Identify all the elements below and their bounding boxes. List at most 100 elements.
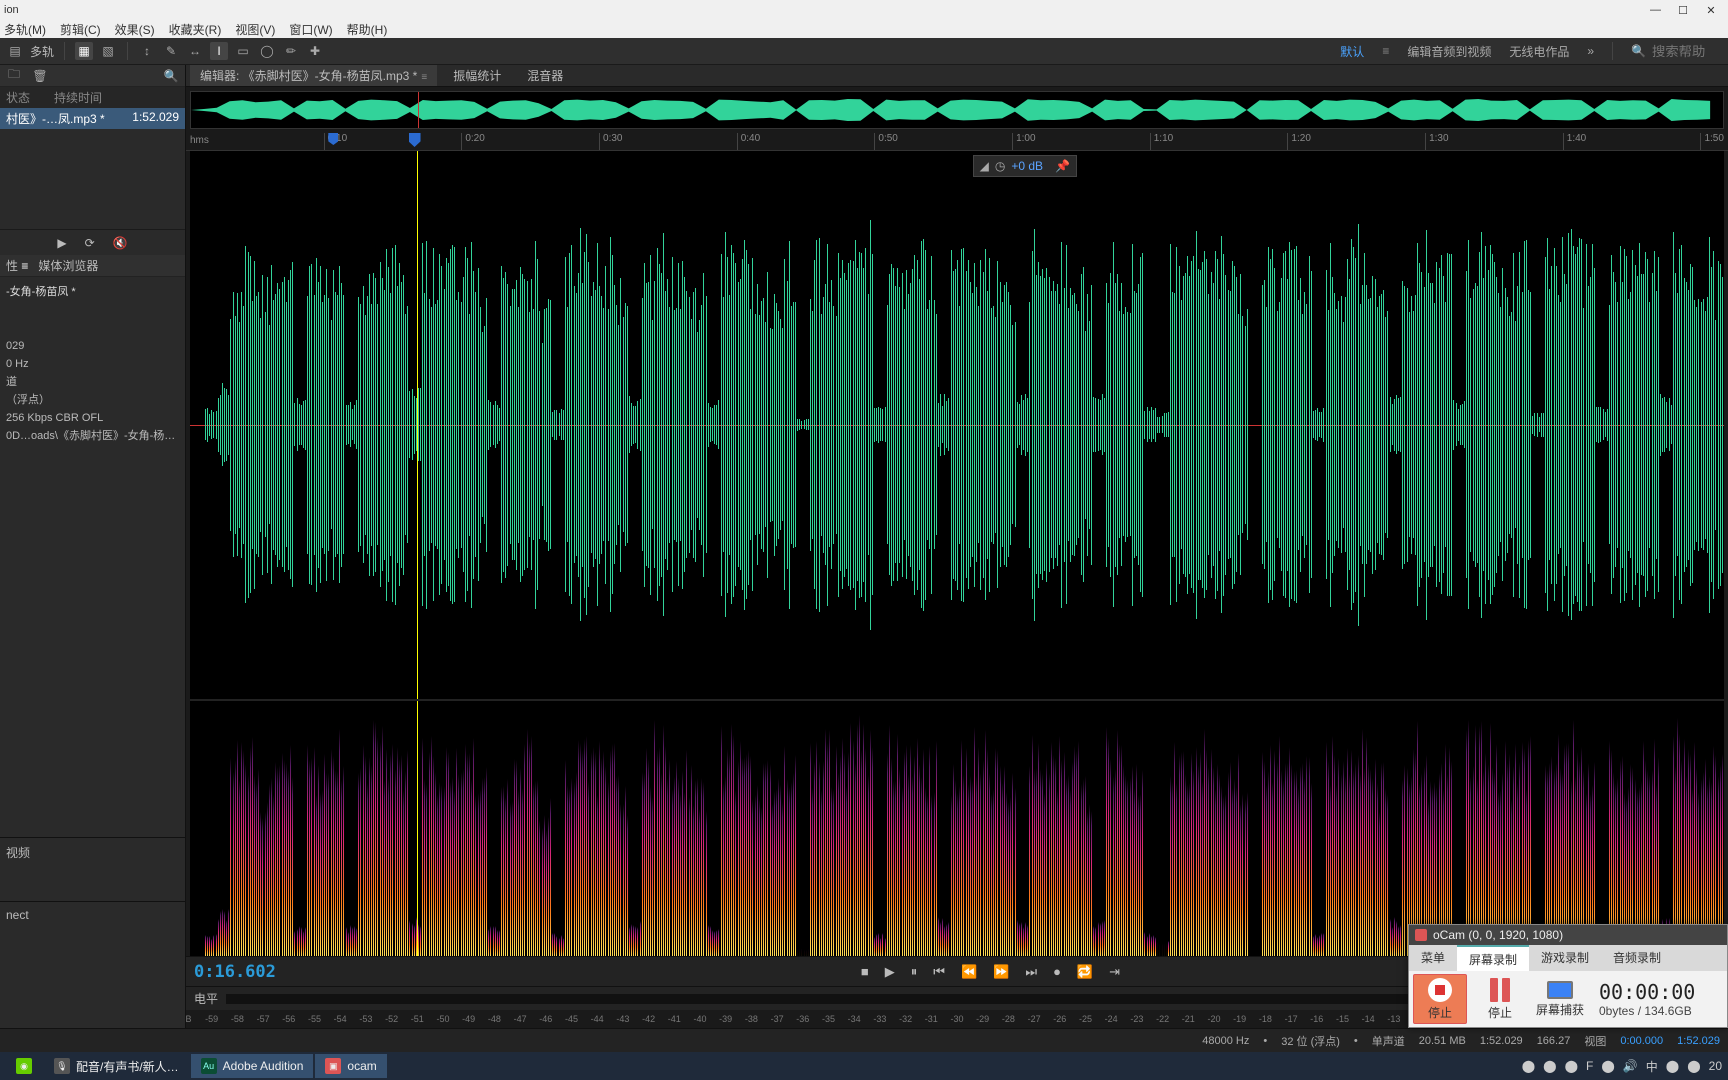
spectrogram[interactable]	[190, 699, 1724, 957]
pitch-display-icon[interactable]: ▧	[99, 42, 117, 60]
forward-button[interactable]: ⏩	[993, 964, 1009, 980]
stop-button[interactable]: ■	[861, 964, 869, 979]
tray-icon[interactable]: ⬤	[1565, 1059, 1578, 1073]
menu-effects[interactable]: 效果(S)	[115, 21, 155, 38]
waveform-view-icon[interactable]: ▤	[6, 42, 24, 60]
workspace-editvideo[interactable]: 编辑音频到视频	[1407, 43, 1491, 60]
overview-waveform[interactable]	[190, 91, 1724, 129]
tab-properties[interactable]: 性 ≡	[6, 257, 28, 274]
play-icon[interactable]: ▶	[57, 236, 66, 250]
taskbar-app1[interactable]: 🎙配音/有声书/新人…	[44, 1054, 189, 1078]
ocam-tabs: 菜单 屏幕录制 游戏录制 音频录制	[1409, 945, 1727, 971]
brush-tool-icon[interactable]: ✏	[282, 42, 300, 60]
menu-clip[interactable]: 剪辑(C)	[60, 21, 101, 38]
rewind-button[interactable]: ⏪	[961, 964, 977, 980]
tray-icon[interactable]: F	[1586, 1059, 1593, 1073]
overview-playhead[interactable]	[418, 92, 419, 128]
goto-start-button[interactable]: ⏮	[933, 964, 945, 980]
spot-heal-tool-icon[interactable]: ✚	[306, 42, 324, 60]
ocam-tab-audio[interactable]: 音频录制	[1601, 945, 1673, 971]
menu-favorites[interactable]: 收藏夹(R)	[169, 21, 222, 38]
ocam-stop-button[interactable]: 停止	[1413, 974, 1467, 1024]
goto-end-button[interactable]: ⏭	[1025, 964, 1037, 980]
menu-view[interactable]: 视图(V)	[235, 21, 275, 38]
multitrack-button[interactable]: 多轨	[30, 43, 54, 60]
menu-multitrack[interactable]: 多轨(M)	[4, 21, 46, 38]
search-input[interactable]	[1652, 44, 1722, 59]
marquee-tool-icon[interactable]: ▭	[234, 42, 252, 60]
lasso-tool-icon[interactable]: ◯	[258, 42, 276, 60]
db-tick: -28	[1002, 1014, 1015, 1024]
maximize-button[interactable]: ☐	[1678, 4, 1688, 17]
ocam-tab-menu[interactable]: 菜单	[1409, 945, 1457, 971]
hud-clock-icon[interactable]: ◷	[995, 159, 1005, 173]
tray-ime-icon[interactable]: 中	[1646, 1058, 1658, 1075]
timecode-display[interactable]: 0:16.602	[194, 962, 276, 982]
move-tool-icon[interactable]: ↕	[138, 42, 156, 60]
menu-window[interactable]: 窗口(W)	[289, 21, 332, 38]
tray-icon[interactable]: ⬤	[1687, 1059, 1700, 1073]
ocam-titlebar[interactable]: oCam (0, 0, 1920, 1080)	[1409, 925, 1727, 945]
spectrogram-playhead[interactable]	[417, 701, 418, 957]
tab-editor[interactable]: 编辑器: 《赤脚村医》-女角-杨苗凤.mp3 *≡	[190, 65, 437, 86]
tab-mixer[interactable]: 混音器	[517, 65, 573, 86]
tray-clock[interactable]: 20	[1709, 1059, 1722, 1073]
editor-area: 编辑器: 《赤脚村医》-女角-杨苗凤.mp3 *≡ 振幅统计 混音器 hms 0…	[186, 65, 1728, 1028]
ocam-window[interactable]: oCam (0, 0, 1920, 1080) 菜单 屏幕录制 游戏录制 音频录…	[1408, 924, 1728, 1028]
tray-icon[interactable]: ⬤	[1522, 1059, 1535, 1073]
workspace-menu-icon[interactable]: ≡	[1382, 44, 1389, 58]
file-row[interactable]: 村医》-…凤.mp3 * 1:52.029	[0, 108, 185, 129]
hud-fade-icon[interactable]: ◢	[980, 159, 989, 173]
tab-media-browser[interactable]: 媒体浏览器	[38, 257, 98, 274]
ocam-tab-game[interactable]: 游戏录制	[1529, 945, 1601, 971]
db-tick: -48	[488, 1014, 501, 1024]
tab-amplitude-stats[interactable]: 振幅统计	[443, 65, 511, 86]
play-button[interactable]: ▶	[885, 964, 895, 980]
workspace-more[interactable]: »	[1587, 44, 1594, 58]
filter-icon[interactable]: 🔍	[163, 68, 179, 84]
ruler-playhead[interactable]	[409, 133, 421, 147]
tray-volume-icon[interactable]: 🔊	[1623, 1059, 1638, 1073]
loop-icon[interactable]: ⟳	[85, 236, 95, 250]
status-view-start[interactable]: 0:00.000	[1620, 1035, 1663, 1047]
loop-button[interactable]: 🔁	[1077, 964, 1093, 980]
trash-icon[interactable]: 🗑	[32, 68, 48, 84]
ocam-pause-button[interactable]: 停止	[1473, 974, 1527, 1024]
minimize-button[interactable]: —	[1650, 4, 1660, 17]
main-waveform[interactable]	[190, 151, 1724, 699]
mute-icon[interactable]: 🔇	[113, 236, 128, 250]
skip-selection-button[interactable]: ⇥	[1109, 964, 1120, 980]
tray-icon[interactable]: ⬤	[1666, 1059, 1679, 1073]
razor-tool-icon[interactable]: ✎	[162, 42, 180, 60]
workspace-default[interactable]: 默认	[1340, 43, 1364, 60]
ocam-capture-button[interactable]: 屏幕捕获	[1533, 974, 1587, 1024]
start-button[interactable]: ◉	[6, 1054, 42, 1078]
tray-icon[interactable]: ⬤	[1543, 1059, 1556, 1073]
timeline-ruler[interactable]: hms 0:100:200:300:400:501:001:101:201:30…	[186, 133, 1728, 151]
status-view-end[interactable]: 1:52.029	[1677, 1035, 1720, 1047]
db-tick: -51	[411, 1014, 424, 1024]
col-duration[interactable]: 持续时间	[54, 89, 102, 106]
menu-help[interactable]: 帮助(H)	[347, 21, 388, 38]
ocam-tab-screen[interactable]: 屏幕录制	[1457, 945, 1529, 971]
slip-tool-icon[interactable]: ↔	[186, 42, 204, 60]
col-status[interactable]: 状态	[6, 89, 30, 106]
time-selection-tool-icon[interactable]: I	[210, 42, 228, 60]
properties-body: -女角-杨苗凤 * 029 0 Hz 道 （浮点） 256 Kbps CBR O…	[0, 277, 185, 455]
workspace-radio[interactable]: 无线电作品	[1509, 43, 1569, 60]
spectral-display-icon[interactable]: ▦	[75, 42, 93, 60]
record-button[interactable]: ●	[1053, 964, 1061, 979]
pause-button[interactable]: ⏸	[911, 964, 918, 980]
hud-pin-icon[interactable]: 📌	[1055, 159, 1070, 173]
close-button[interactable]: ✕	[1706, 4, 1716, 17]
db-tick: -39	[719, 1014, 732, 1024]
tray-icon[interactable]: ⬤	[1601, 1059, 1614, 1073]
hud-gain-value[interactable]: +0 dB	[1011, 159, 1043, 173]
taskbar-audition[interactable]: AuAdobe Audition	[191, 1054, 314, 1078]
db-tick: -23	[1130, 1014, 1143, 1024]
status-view-label: 视图	[1584, 1033, 1606, 1049]
taskbar-ocam[interactable]: ▣ocam	[315, 1054, 386, 1078]
file-row-duration: 1:52.029	[132, 110, 179, 127]
files-icon[interactable]: 🗀	[6, 68, 22, 84]
mini-transport: ▶ ⟳ 🔇	[0, 229, 185, 255]
